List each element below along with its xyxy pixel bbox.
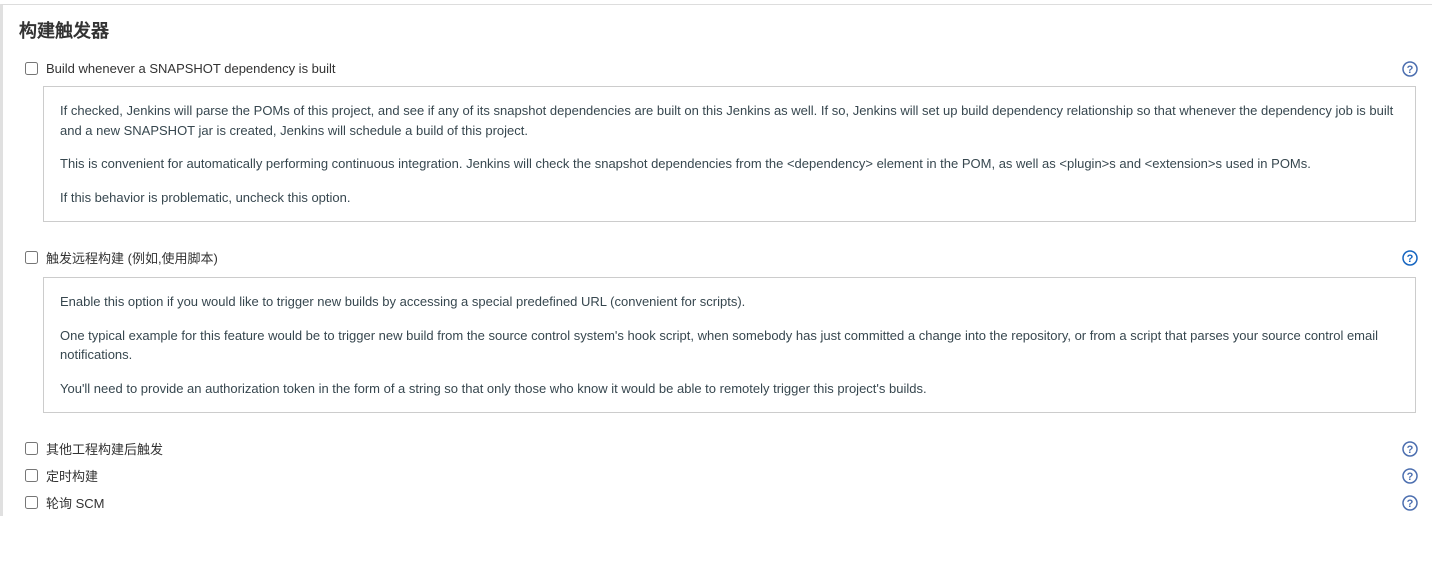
trigger-label-cron[interactable]: 定时构建 xyxy=(46,466,1422,485)
trigger-checkbox-poll-scm[interactable] xyxy=(25,496,38,509)
help-text: Enable this option if you would like to … xyxy=(60,292,1399,312)
trigger-row-snapshot: Build whenever a SNAPSHOT dependency is … xyxy=(3,57,1432,80)
trigger-row-remote: 触发远程构建 (例如,使用脚本) ? xyxy=(3,244,1432,271)
help-text: If this behavior is problematic, uncheck… xyxy=(60,188,1399,208)
section-heading: 构建触发器 xyxy=(3,5,1432,57)
svg-text:?: ? xyxy=(1407,253,1414,265)
svg-text:?: ? xyxy=(1407,64,1414,76)
trigger-label-poll-scm[interactable]: 轮询 SCM xyxy=(46,493,1422,512)
help-box-remote: Enable this option if you would like to … xyxy=(43,277,1416,413)
help-icon[interactable]: ? xyxy=(1402,495,1418,511)
help-text: One typical example for this feature wou… xyxy=(60,326,1399,365)
trigger-label-after-other[interactable]: 其他工程构建后触发 xyxy=(46,439,1422,458)
svg-text:?: ? xyxy=(1407,498,1414,510)
help-text: This is convenient for automatically per… xyxy=(60,154,1399,174)
build-triggers-section: 构建触发器 Build whenever a SNAPSHOT dependen… xyxy=(0,4,1432,516)
trigger-checkbox-snapshot[interactable] xyxy=(25,62,38,75)
trigger-label-snapshot[interactable]: Build whenever a SNAPSHOT dependency is … xyxy=(46,61,1422,76)
trigger-checkbox-remote[interactable] xyxy=(25,251,38,264)
trigger-row-cron: 定时构建 ? xyxy=(3,462,1432,489)
help-icon[interactable]: ? xyxy=(1402,61,1418,77)
help-text: If checked, Jenkins will parse the POMs … xyxy=(60,101,1399,140)
help-icon[interactable]: ? xyxy=(1402,250,1418,266)
trigger-row-poll-scm: 轮询 SCM ? xyxy=(3,489,1432,516)
trigger-checkbox-cron[interactable] xyxy=(25,469,38,482)
trigger-label-remote[interactable]: 触发远程构建 (例如,使用脚本) xyxy=(46,248,1422,267)
help-text: You'll need to provide an authorization … xyxy=(60,379,1399,399)
trigger-checkbox-after-other[interactable] xyxy=(25,442,38,455)
help-box-snapshot: If checked, Jenkins will parse the POMs … xyxy=(43,86,1416,222)
help-icon[interactable]: ? xyxy=(1402,441,1418,457)
trigger-row-after-other: 其他工程构建后触发 ? xyxy=(3,435,1432,462)
svg-text:?: ? xyxy=(1407,444,1414,456)
help-icon[interactable]: ? xyxy=(1402,468,1418,484)
svg-text:?: ? xyxy=(1407,471,1414,483)
